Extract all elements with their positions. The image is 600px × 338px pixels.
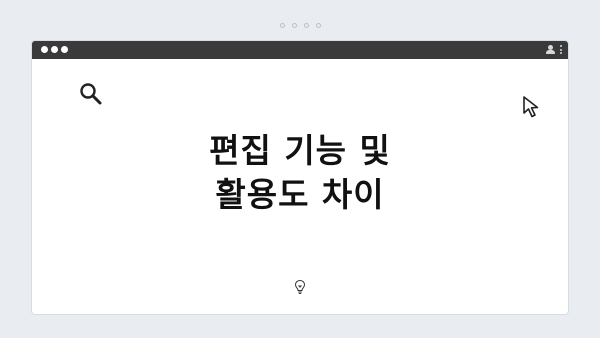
carousel-dot[interactable]	[303, 23, 309, 28]
titlebar-actions	[546, 44, 562, 55]
carousel-dot[interactable]	[291, 23, 297, 28]
window-control-dot[interactable]	[51, 46, 58, 53]
search-icon	[80, 83, 102, 105]
headline-line-1: 편집 기능 및	[209, 131, 391, 170]
lightbulb-icon	[294, 279, 306, 294]
cursor-icon	[523, 96, 539, 118]
window-titlebar	[32, 41, 568, 59]
carousel-dot[interactable]	[315, 23, 321, 28]
carousel-dot[interactable]	[279, 23, 285, 28]
headline-line-2: 활용도 차이	[215, 175, 385, 214]
window-control-dot[interactable]	[41, 46, 48, 53]
window-control-dot[interactable]	[61, 46, 68, 53]
user-icon[interactable]	[546, 44, 555, 55]
page-headline: 편집 기능 및 활용도 차이	[32, 129, 568, 217]
carousel-dots	[0, 23, 600, 28]
window-controls	[41, 46, 68, 53]
kebab-menu-icon[interactable]	[560, 45, 562, 54]
browser-window: 편집 기능 및 활용도 차이	[32, 41, 568, 314]
